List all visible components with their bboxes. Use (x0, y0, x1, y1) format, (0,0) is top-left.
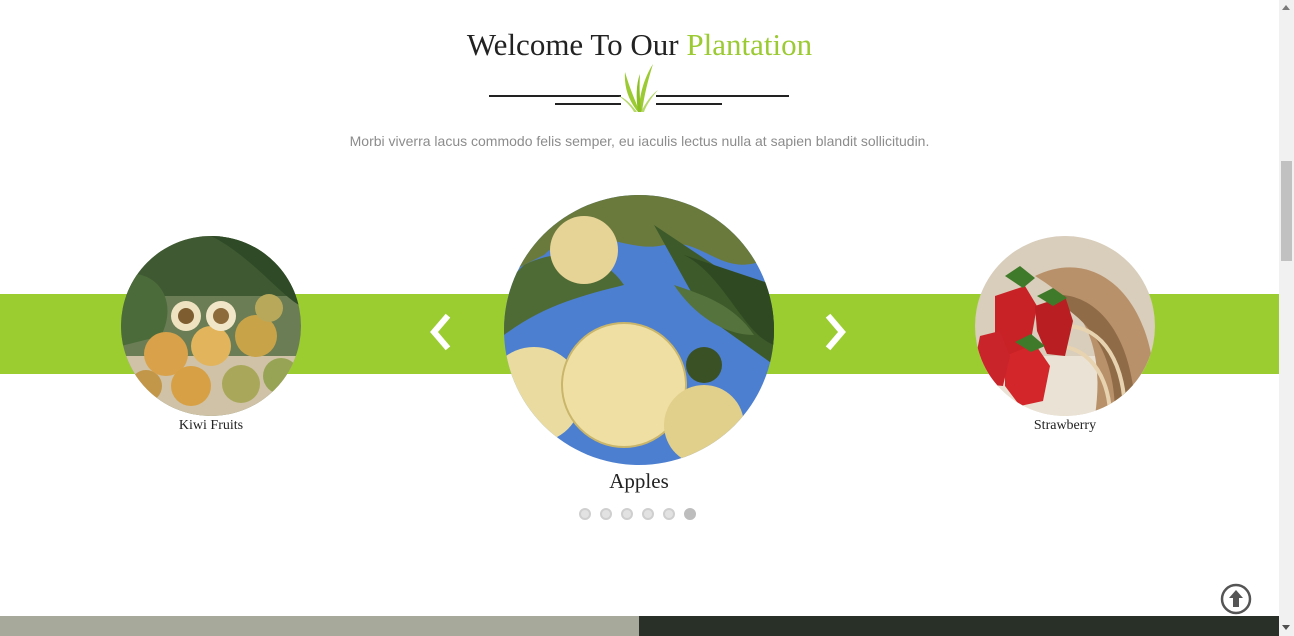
chevron-left-icon[interactable] (425, 312, 451, 352)
grass-divider-icon (489, 64, 789, 112)
apples-image[interactable] (504, 195, 774, 465)
section-subtitle: Morbi viverra lacus commodo felis semper… (349, 133, 930, 149)
arrow-up-circle-icon[interactable] (1220, 583, 1252, 615)
page: Welcome To Our Plantation Morbi viverra … (0, 0, 1279, 636)
vertical-scrollbar[interactable] (1279, 0, 1294, 636)
title-accent: Plantation (686, 27, 813, 62)
slide-label-kiwi-fruits: Kiwi Fruits (178, 418, 244, 433)
scrollbar-thumb[interactable] (1281, 161, 1292, 261)
scroll-down-icon[interactable] (1282, 625, 1290, 630)
scroll-up-icon[interactable] (1282, 5, 1290, 10)
next-section-right (639, 616, 1279, 636)
carousel-dot[interactable] (621, 508, 633, 520)
carousel-pagination (579, 508, 696, 522)
slide-label-strawberry: Strawberry (1033, 418, 1097, 433)
title-main: Welcome To Our (466, 27, 679, 62)
carousel-dot[interactable] (600, 508, 612, 520)
next-section-left (0, 616, 639, 636)
section-title: Welcome To Our Plantation (0, 26, 1279, 64)
slide-label-apples: Apples (609, 469, 669, 493)
carousel-dot[interactable] (663, 508, 675, 520)
carousel-dot[interactable] (579, 508, 591, 520)
carousel-dot[interactable] (642, 508, 654, 520)
kiwi-fruits-image[interactable] (121, 236, 301, 416)
chevron-right-icon[interactable] (825, 312, 851, 352)
carousel-dot-active[interactable] (684, 508, 696, 520)
strawberry-image[interactable] (975, 236, 1155, 416)
